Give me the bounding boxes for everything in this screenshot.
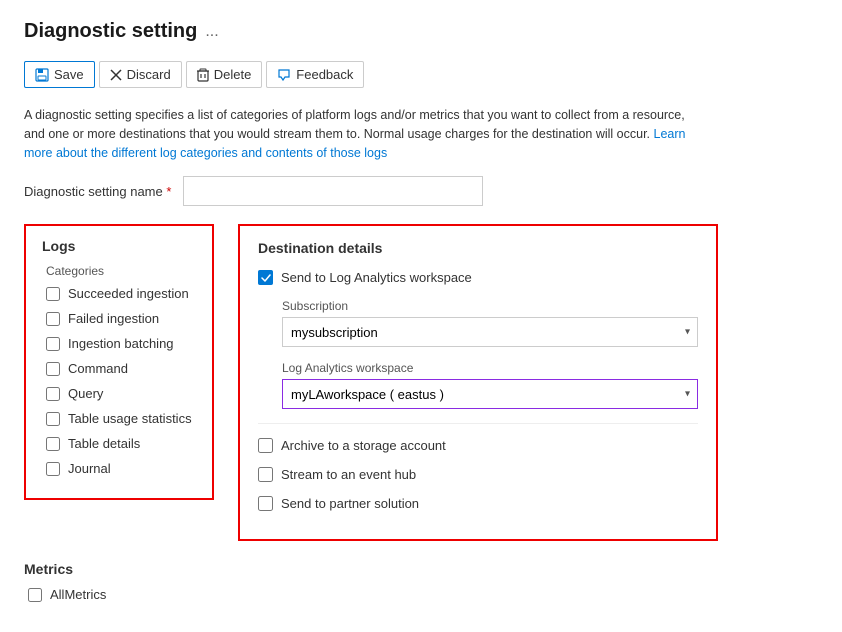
- archive-storage-label[interactable]: Archive to a storage account: [281, 438, 446, 453]
- log-checkbox-failed-ingestion[interactable]: [46, 312, 60, 326]
- log-label-succeeded-ingestion[interactable]: Succeeded ingestion: [68, 286, 189, 301]
- log-label-command[interactable]: Command: [68, 361, 128, 376]
- log-item-journal[interactable]: Journal: [42, 461, 196, 476]
- save-icon: [35, 68, 49, 82]
- log-item-succeeded-ingestion[interactable]: Succeeded ingestion: [42, 286, 196, 301]
- workspace-select[interactable]: myLAworkspace ( eastus ): [282, 379, 698, 409]
- log-label-table-details[interactable]: Table details: [68, 436, 140, 451]
- log-analytics-label[interactable]: Send to Log Analytics workspace: [281, 270, 472, 285]
- stream-event-hub-row[interactable]: Stream to an event hub: [258, 467, 698, 482]
- discard-icon: [110, 69, 122, 81]
- logs-panel: Logs Categories Succeeded ingestion Fail…: [24, 224, 214, 500]
- archive-storage-row[interactable]: Archive to a storage account: [258, 438, 698, 453]
- required-indicator: *: [166, 184, 171, 199]
- metrics-item-allmetrics[interactable]: AllMetrics: [24, 587, 818, 602]
- subscription-select[interactable]: mysubscription: [282, 317, 698, 347]
- categories-label: Categories: [42, 264, 196, 278]
- metrics-title: Metrics: [24, 561, 818, 577]
- log-checkbox-succeeded-ingestion[interactable]: [46, 287, 60, 301]
- workspace-select-wrapper[interactable]: myLAworkspace ( eastus ) ▾: [282, 379, 698, 409]
- subscription-group: Subscription mysubscription ▾: [282, 299, 698, 347]
- log-checkbox-table-usage-statistics[interactable]: [46, 412, 60, 426]
- description-text: A diagnostic setting specifies a list of…: [24, 106, 704, 162]
- workspace-label: Log Analytics workspace: [282, 361, 698, 375]
- discard-button[interactable]: Discard: [99, 61, 182, 88]
- subscription-label: Subscription: [282, 299, 698, 313]
- log-item-command[interactable]: Command: [42, 361, 196, 376]
- save-button[interactable]: Save: [24, 61, 95, 88]
- send-partner-checkbox[interactable]: [258, 496, 273, 511]
- feedback-icon: [277, 68, 291, 82]
- logs-panel-title: Logs: [42, 238, 196, 254]
- setting-name-row: Diagnostic setting name *: [24, 176, 818, 206]
- log-label-ingestion-batching[interactable]: Ingestion batching: [68, 336, 174, 351]
- log-item-table-details[interactable]: Table details: [42, 436, 196, 451]
- delete-icon: [197, 68, 209, 82]
- send-partner-row[interactable]: Send to partner solution: [258, 496, 698, 511]
- destination-panel: Destination details Send to Log Analytic…: [238, 224, 718, 541]
- workspace-group: Log Analytics workspace myLAworkspace ( …: [282, 361, 698, 409]
- page-header: Diagnostic setting ...: [24, 20, 818, 43]
- toolbar: Save Discard Delete Feedback: [24, 57, 818, 92]
- log-item-ingestion-batching[interactable]: Ingestion batching: [42, 336, 196, 351]
- log-item-failed-ingestion[interactable]: Failed ingestion: [42, 311, 196, 326]
- subscription-select-wrapper[interactable]: mysubscription ▾: [282, 317, 698, 347]
- stream-event-hub-label[interactable]: Stream to an event hub: [281, 467, 416, 482]
- metrics-checkbox-allmetrics[interactable]: [28, 588, 42, 602]
- log-label-journal[interactable]: Journal: [68, 461, 111, 476]
- log-item-table-usage-statistics[interactable]: Table usage statistics: [42, 411, 196, 426]
- log-checkbox-command[interactable]: [46, 362, 60, 376]
- page-title-ellipsis: ...: [205, 23, 218, 41]
- log-checkbox-table-details[interactable]: [46, 437, 60, 451]
- feedback-button[interactable]: Feedback: [266, 61, 364, 88]
- page-title: Diagnostic setting: [24, 20, 197, 43]
- log-label-table-usage-statistics[interactable]: Table usage statistics: [68, 411, 192, 426]
- log-checkbox-ingestion-batching[interactable]: [46, 337, 60, 351]
- divider: [258, 423, 698, 424]
- destination-panel-title: Destination details: [258, 240, 698, 256]
- setting-name-label: Diagnostic setting name *: [24, 184, 171, 199]
- log-checkbox-query[interactable]: [46, 387, 60, 401]
- main-content: Logs Categories Succeeded ingestion Fail…: [24, 224, 818, 541]
- archive-storage-checkbox[interactable]: [258, 438, 273, 453]
- log-label-query[interactable]: Query: [68, 386, 103, 401]
- log-item-query[interactable]: Query: [42, 386, 196, 401]
- setting-name-input[interactable]: [183, 176, 483, 206]
- metrics-label-allmetrics[interactable]: AllMetrics: [50, 587, 106, 602]
- send-partner-label[interactable]: Send to partner solution: [281, 496, 419, 511]
- delete-button[interactable]: Delete: [186, 61, 263, 88]
- metrics-section: Metrics AllMetrics: [24, 561, 818, 602]
- send-log-analytics-row[interactable]: Send to Log Analytics workspace: [258, 270, 698, 285]
- log-checkbox-journal[interactable]: [46, 462, 60, 476]
- stream-event-hub-checkbox[interactable]: [258, 467, 273, 482]
- log-analytics-checkbox-checked[interactable]: [258, 270, 273, 285]
- log-label-failed-ingestion[interactable]: Failed ingestion: [68, 311, 159, 326]
